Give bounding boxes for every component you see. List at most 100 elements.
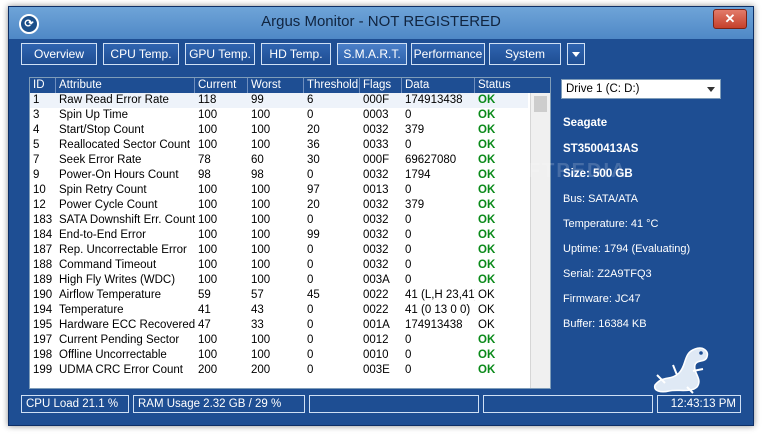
cell-worst: 100 [251,124,271,136]
table-row[interactable]: 195 Hardware ECC Recovered 47 33 0 001A 174913… [30,318,528,333]
table-row[interactable]: 12 Power Cycle Count 100 100 20 0032 379 OK [30,198,528,213]
table-row[interactable]: 188 Command Timeout 100 100 0 0032 0 OK [30,258,528,273]
column-header-current[interactable]: Current [195,78,248,93]
cell-status: OK [478,94,496,106]
cell-attribute: Hardware ECC Recovered [59,319,195,331]
cell-flags: 0012 [363,334,389,346]
drive-buffer: Buffer: 16384 KB [563,318,647,330]
cell-threshold: 20 [307,124,320,136]
column-header-worst[interactable]: Worst [248,78,304,93]
drive-info-panel: Drive 1 (C: D:) Seagate ST3500413AS Size… [561,73,751,399]
table-row[interactable]: 190 Airflow Temperature 59 57 45 0022 41 (L,H … [30,288,528,303]
drive-firmware: Firmware: JC47 [563,293,641,305]
cell-status: OK [478,244,496,256]
table-row[interactable]: 9 Power-On Hours Count 98 98 0 0032 1794 OK [30,168,528,183]
cell-current: 100 [198,259,218,271]
cell-data: 379 [405,199,425,211]
cell-attribute: Current Pending Sector [59,334,180,346]
cell-current: 47 [198,319,211,331]
table-row[interactable]: 4 Start/Stop Count 100 100 20 0032 379 OK [30,123,528,138]
cell-id: 197 [33,334,53,346]
cell-status: OK [478,139,496,151]
table-row[interactable]: 199 UDMA CRC Error Count 200 200 0 003E 0 OK [30,363,528,378]
tab-hd-temp[interactable]: HD Temp. [261,43,331,65]
cell-current: 100 [198,199,218,211]
cell-worst: 100 [251,334,271,346]
tab-cpu-temp[interactable]: CPU Temp. [103,43,179,65]
cell-data: 174913438 [405,94,463,106]
table-row[interactable]: 3 Spin Up Time 100 100 0 0003 0 OK [30,108,528,123]
close-button[interactable]: ✕ [713,9,747,29]
cell-id: 188 [33,259,53,271]
cell-id: 5 [33,139,40,151]
cell-current: 100 [198,229,218,241]
vertical-scrollbar[interactable] [530,93,550,388]
drive-vendor: Seagate [563,117,608,129]
column-header-attribute[interactable]: Attribute [56,78,195,93]
cell-flags: 001A [363,319,390,331]
cell-id: 189 [33,274,53,286]
cell-data: 0 [405,109,412,121]
table-row[interactable]: 10 Spin Retry Count 100 100 97 0013 0 OK [30,183,528,198]
cell-data: 1794 [405,169,431,181]
cell-worst: 100 [251,349,271,361]
column-header-threshold[interactable]: Threshold [304,78,360,93]
table-row[interactable]: 198 Offline Uncorrectable 100 100 0 0010 0 OK [30,348,528,363]
column-header-flags[interactable]: Flags [360,78,402,93]
column-header-id[interactable]: ID [30,78,56,93]
cell-id: 9 [33,169,40,181]
cell-attribute: End-to-End Error [59,229,146,241]
cell-id: 12 [33,199,46,211]
column-header-data[interactable]: Data [402,78,475,93]
cell-id: 198 [33,349,53,361]
cell-current: 200 [198,364,218,376]
table-row[interactable]: 189 High Fly Writes (WDC) 100 100 0 003A 0 OK [30,273,528,288]
cell-threshold: 99 [307,229,320,241]
cell-data: 0 [405,364,412,376]
cell-attribute: High Fly Writes (WDC) [59,274,176,286]
table-row[interactable]: 187 Rep. Uncorrectable Error 100 100 0 0032 0 O… [30,243,528,258]
cell-threshold: 97 [307,184,320,196]
main-window: ⟳ Argus Monitor - NOT REGISTERED ✕ Overv… [8,6,754,426]
drive-select[interactable]: Drive 1 (C: D:) [561,79,721,99]
tab-performance[interactable]: Performance [411,43,485,65]
cell-flags: 0032 [363,244,389,256]
tab-smart[interactable]: S.M.A.R.T. [337,43,407,65]
gecko-logo-icon [653,347,709,394]
cell-threshold: 0 [307,244,314,256]
cell-current: 41 [198,304,211,316]
cell-threshold: 45 [307,289,320,301]
table-row[interactable]: 194 Temperature 41 43 0 0022 41 (0 13 0 0) OK [30,303,528,318]
table-row[interactable]: 1 Raw Read Error Rate 118 99 6 000F 174913438 O… [30,93,528,108]
cell-current: 59 [198,289,211,301]
cell-status: OK [478,304,495,316]
table-row[interactable]: 5 Reallocated Sector Count 100 100 36 0033 0 OK [30,138,528,153]
tab-system[interactable]: System [489,43,561,65]
table-row[interactable]: 7 Seek Error Rate 78 60 30 000F 69627080 OK [30,153,528,168]
cell-threshold: 30 [307,154,320,166]
status-bar: CPU Load 21.1 % RAM Usage 2.32 GB / 29 %… [21,395,741,413]
cell-data: 0 [405,244,412,256]
cell-flags: 0032 [363,229,389,241]
cell-threshold: 36 [307,139,320,151]
scrollbar-thumb[interactable] [534,96,547,112]
drive-uptime: Uptime: 1794 (Evaluating) [563,243,691,255]
table-row[interactable]: 197 Current Pending Sector 100 100 0 0012 0 OK [30,333,528,348]
cell-id: 10 [33,184,46,196]
cell-data: 0 [405,259,412,271]
cell-id: 3 [33,109,40,121]
cell-threshold: 0 [307,169,314,181]
table-row[interactable]: 183 SATA Downshift Err. Count 100 100 0 0032 0… [30,213,528,228]
cell-attribute: Spin Retry Count [59,184,147,196]
tab-gpu-temp[interactable]: GPU Temp. [185,43,255,65]
clock-status: 12:43:13 PM [657,395,741,413]
drive-model: ST3500413AS [563,143,639,155]
cell-flags: 0003 [363,109,389,121]
cell-threshold: 0 [307,349,314,361]
cell-flags: 000F [363,94,390,106]
cell-id: 184 [33,229,53,241]
tab-overflow-dropdown[interactable] [567,43,585,65]
column-header-status[interactable]: Status [475,78,550,93]
tab-overview[interactable]: Overview [21,43,97,65]
table-row[interactable]: 184 End-to-End Error 100 100 99 0032 0 OK [30,228,528,243]
